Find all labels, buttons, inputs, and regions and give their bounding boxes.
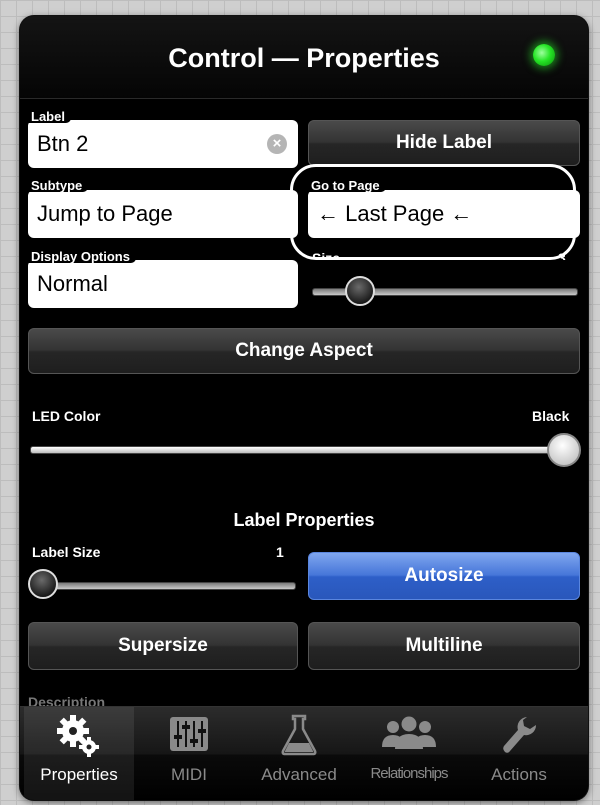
tab-actions[interactable]: Actions: [464, 707, 574, 800]
tab-advanced[interactable]: Advanced: [244, 707, 354, 800]
subtype-value: Jump to Page: [37, 201, 173, 226]
led-color-label: LED Color: [32, 408, 101, 424]
tab-properties[interactable]: Properties: [24, 707, 134, 800]
subtype-field[interactable]: Jump to Page: [28, 190, 298, 238]
tab-relationships[interactable]: Relationships: [354, 707, 464, 800]
display-options-value: Normal: [37, 271, 108, 296]
status-led-icon: [533, 44, 555, 66]
multiline-button[interactable]: Multiline: [308, 622, 580, 670]
label-size-label: Label Size: [32, 544, 101, 560]
description-label-partial: Description: [28, 694, 106, 706]
size-slider-thumb[interactable]: [345, 276, 375, 306]
subtype-caption: Subtype: [28, 179, 89, 193]
led-color-slider-track[interactable]: [30, 446, 570, 454]
people-icon: [354, 713, 464, 759]
page-title: Control — Properties: [168, 43, 440, 73]
tab-bar: Properties MIDI Advanced Relationships A…: [20, 706, 588, 800]
flask-icon: [244, 713, 354, 759]
display-options-field[interactable]: Normal: [28, 260, 298, 308]
led-color-slider-thumb[interactable]: [547, 433, 581, 467]
tab-properties-label: Properties: [40, 765, 118, 784]
display-options-caption: Display Options: [28, 250, 136, 264]
clear-icon[interactable]: ×: [267, 134, 287, 154]
highlight-callout: [290, 164, 576, 260]
label-size-slider-track[interactable]: [34, 582, 296, 590]
tab-advanced-label: Advanced: [261, 765, 337, 784]
tab-midi-label: MIDI: [171, 765, 207, 784]
led-color-value: Black: [532, 408, 570, 424]
label-properties-heading: Label Properties: [233, 510, 375, 530]
change-aspect-button[interactable]: Change Aspect: [28, 328, 580, 374]
autosize-button[interactable]: Autosize: [308, 552, 580, 600]
properties-panel: Control — Properties Label Btn 2 × Hide …: [20, 16, 588, 800]
tab-actions-label: Actions: [491, 765, 547, 784]
title-bar: Control — Properties: [20, 16, 588, 99]
supersize-button[interactable]: Supersize: [28, 622, 298, 670]
tab-midi[interactable]: MIDI: [134, 707, 244, 800]
hide-label-button[interactable]: Hide Label: [308, 120, 580, 166]
label-value: Btn 2: [37, 131, 89, 156]
wrench-icon: [464, 713, 574, 759]
tab-relationships-label: Relationships: [370, 765, 448, 782]
gears-icon: [24, 713, 134, 759]
mixer-icon: [134, 713, 244, 759]
label-size-value: 1: [276, 544, 284, 560]
label-size-slider-thumb[interactable]: [28, 569, 58, 599]
label-caption: Label: [28, 110, 71, 124]
label-field[interactable]: Btn 2 ×: [28, 120, 298, 168]
